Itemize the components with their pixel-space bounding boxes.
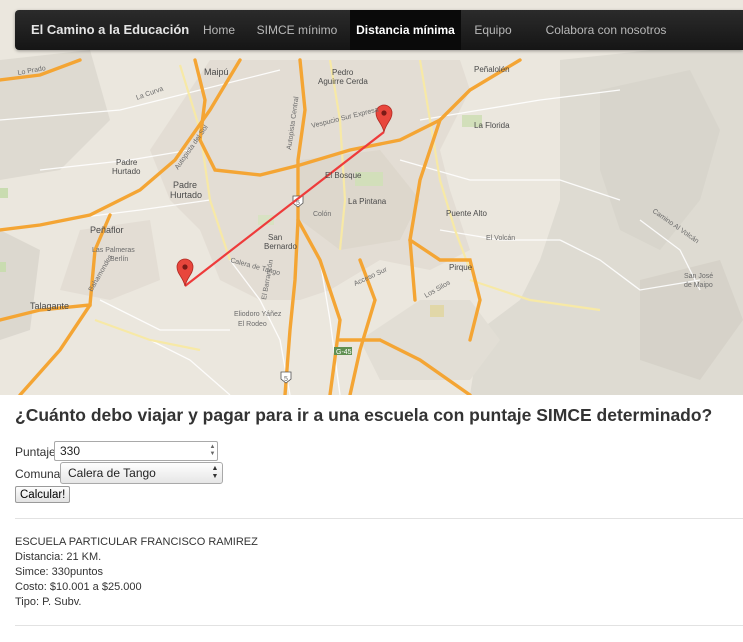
route-5-shield-south: 5 (284, 376, 288, 383)
select-arrows-icon: ▲ ▼ (211, 465, 219, 480)
map-label-el-bosque: El Bosque (325, 171, 362, 180)
nav-simce-minimo[interactable]: SIMCE mínimo (251, 10, 343, 50)
comuna-select[interactable]: Calera de Tango ▲ ▼ (60, 462, 223, 484)
nav-colabora[interactable]: Colabora con nosotros (531, 10, 681, 50)
map-label-colon: Colón (313, 211, 331, 218)
map-label-las-palmeras: Las Palmeras (92, 247, 135, 254)
route-g45-shield: G-45 (336, 349, 352, 356)
puntaje-spinner-icon[interactable]: ▲ ▼ (209, 444, 216, 458)
map-label-eliodoro-yanez: Eliodoro Yáñez (234, 311, 282, 318)
map-label-padre-hurtado-sm-1: Padre (116, 158, 138, 167)
nav-home[interactable]: Home (193, 10, 245, 50)
result-school-name: ESCUELA PARTICULAR FRANCISCO RAMIREZ (15, 536, 258, 548)
map-label-padre-hurtado-2: Hurtado (170, 190, 202, 200)
map-label-san-bernardo-1: San (268, 233, 282, 242)
puntaje-input[interactable] (54, 441, 218, 461)
calcular-button[interactable]: Calcular! (15, 486, 71, 503)
map-label-talagante: Talagante (30, 301, 69, 311)
page-title: ¿Cuánto debo viajar y pagar para ir a un… (15, 405, 713, 425)
map-label-sjm-2: de Maipo (684, 282, 713, 289)
map-label-pac-2: Aguirre Cerda (318, 77, 368, 86)
nav-equipo[interactable]: Equipo (467, 10, 519, 50)
route-5-shield: 5 (296, 200, 300, 207)
map-label-san-bernardo-2: Bernardo (264, 242, 297, 251)
brand-link[interactable]: El Camino a la Educación (31, 10, 189, 50)
divider-bottom (15, 625, 743, 626)
result-type: Tipo: P. Subv. (15, 596, 82, 608)
map-label-el-volcan: El Volcán (486, 235, 515, 242)
map-label-pac-1: Pedro (332, 68, 354, 77)
map-label-puente-alto: Puente Alto (446, 209, 487, 218)
map-label-la-florida: La Florida (474, 121, 510, 130)
top-navbar: El Camino a la Educación Home SIMCE míni… (15, 10, 743, 50)
comuna-selected-value: Calera de Tango (68, 466, 156, 480)
map-label-padre-hurtado-1: Padre (173, 180, 197, 190)
map-label-padre-hurtado-sm-2: Hurtado (112, 167, 141, 176)
comuna-label: Comuna (15, 467, 61, 481)
divider (15, 518, 743, 519)
map-label-la-pintana: La Pintana (348, 197, 387, 206)
route-map[interactable]: Maipú Pedro Aguirre Cerda Peñalolén La F… (0, 0, 743, 395)
result-simce: Simce: 330puntos (15, 566, 104, 578)
map-label-sjm-1: San José (684, 273, 713, 280)
puntaje-label: Puntaje (15, 445, 56, 459)
map-label-pirque: Pirque (449, 263, 473, 272)
nav-distancia-minima[interactable]: Distancia mínima (350, 10, 461, 50)
result-cost: Costo: $10.001 a $25.000 (15, 581, 142, 593)
map-label-maipu: Maipú (204, 67, 229, 77)
map-label-el-rodeo: El Rodeo (238, 321, 267, 328)
map-label-penaflor: Peñaflor (90, 225, 124, 235)
result-distance: Distancia: 21 KM. (15, 551, 102, 563)
map-label-penalolen: Peñalolén (474, 65, 510, 74)
